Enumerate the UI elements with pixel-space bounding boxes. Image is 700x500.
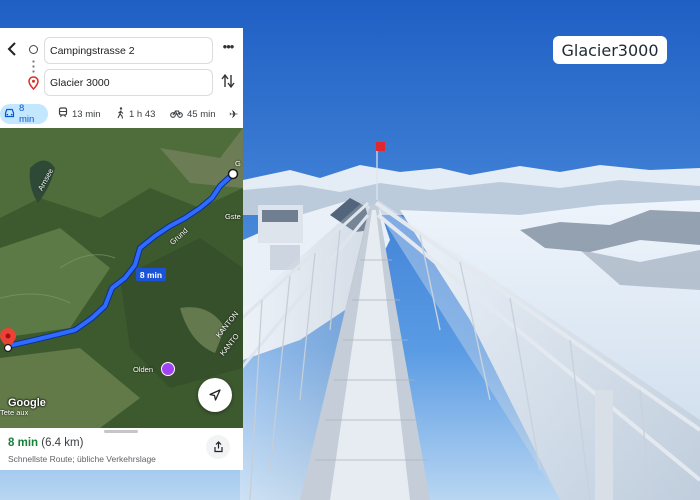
tab-bike-label: 45 min bbox=[187, 108, 216, 120]
drag-handle[interactable] bbox=[104, 430, 138, 433]
destination-pin-icon bbox=[28, 76, 39, 91]
maps-directions-panel: Campingstrasse 2 Glacier 3000 ••• 8 min … bbox=[0, 28, 243, 470]
destination-field[interactable]: Glacier 3000 bbox=[44, 69, 213, 96]
swap-vertical-icon[interactable] bbox=[220, 73, 236, 91]
tab-flight[interactable]: ✈ bbox=[229, 104, 242, 124]
walk-icon bbox=[116, 106, 125, 122]
origin-field[interactable]: Campingstrasse 2 bbox=[44, 37, 213, 64]
tab-drive-label: 8 min bbox=[19, 103, 35, 125]
map-label-tete: Tete aux bbox=[0, 408, 29, 417]
map-label-g: G bbox=[235, 159, 241, 168]
travel-mode-tabs: 8 min 13 min 1 h 43 45 min ✈ bbox=[0, 103, 243, 126]
more-horizontal-icon[interactable]: ••• bbox=[220, 40, 236, 56]
route-description: Schnellste Route; übliche Verkehrslage bbox=[8, 454, 156, 464]
tab-transit[interactable]: 13 min bbox=[58, 104, 101, 124]
tab-walk-label: 1 h 43 bbox=[129, 108, 156, 120]
google-logo: Google bbox=[8, 397, 46, 409]
arrow-back-icon[interactable] bbox=[6, 41, 20, 59]
car-icon bbox=[4, 108, 15, 121]
route-summary: 8 min (6.4 km) bbox=[8, 437, 83, 449]
route-dots-icon bbox=[32, 59, 35, 73]
origin-circle-icon bbox=[29, 45, 38, 54]
plane-icon: ✈ bbox=[229, 108, 239, 121]
route-duration-label[interactable]: 8 min bbox=[136, 268, 166, 281]
tab-walk[interactable]: 1 h 43 bbox=[116, 104, 155, 124]
route-distance: (6.4 km) bbox=[41, 437, 84, 449]
map-label-olden[interactable]: Olden bbox=[133, 365, 153, 374]
train-icon bbox=[58, 107, 68, 121]
route-summary-sheet[interactable]: 8 min (6.4 km) Schnellste Route; übliche… bbox=[0, 428, 243, 470]
map-label-gste: Gste bbox=[225, 212, 241, 221]
tab-transit-label: 13 min bbox=[72, 108, 101, 120]
share-icon[interactable] bbox=[206, 435, 230, 459]
route-time: 8 min bbox=[8, 437, 39, 449]
directions-header: Campingstrasse 2 Glacier 3000 ••• 8 min … bbox=[0, 28, 243, 128]
poi-marker-icon[interactable] bbox=[161, 362, 175, 376]
tab-bike[interactable]: 45 min bbox=[170, 104, 216, 124]
navigation-arrow-icon[interactable] bbox=[198, 378, 232, 412]
bike-icon bbox=[170, 108, 183, 121]
tab-drive[interactable]: 8 min bbox=[0, 103, 48, 125]
brand-badge: Glacier3000 bbox=[553, 36, 667, 64]
